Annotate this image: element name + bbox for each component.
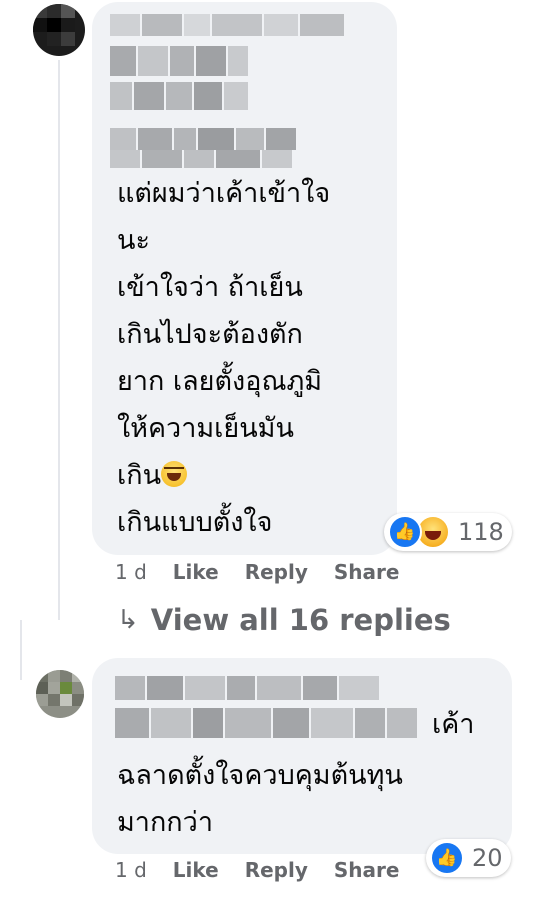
reply-button[interactable]: Reply (245, 858, 308, 882)
view-replies-label: View all 16 replies (150, 603, 451, 637)
like-button[interactable]: Like (173, 858, 219, 882)
reply-button[interactable]: Reply (245, 560, 308, 584)
timestamp[interactable]: 1 d (115, 858, 147, 882)
timestamp[interactable]: 1 d (115, 560, 147, 584)
reaction-summary[interactable]: 👍 20 (426, 839, 511, 877)
share-button[interactable]: Share (334, 858, 400, 882)
like-reaction-icon: 👍 (388, 515, 422, 549)
comment-inline-text: เค้า (432, 709, 475, 740)
comment-text: ฉลาดตั้งใจควบคุมต้นทุน มากกว่า (117, 760, 403, 838)
view-all-replies-link[interactable]: ↳ View all 16 replies (117, 603, 451, 637)
avatar[interactable] (36, 670, 84, 718)
reaction-count: 118 (458, 518, 504, 546)
reaction-count: 20 (472, 844, 503, 872)
thread-line (58, 60, 60, 620)
like-reaction-icon: 👍 (430, 841, 464, 875)
reply-arrow-icon: ↳ (117, 605, 139, 635)
comment-text: แต่ผมว่าเค้าเข้าใจ นะ เข้าใจว่า ถ้าเย็น … (117, 170, 387, 546)
thread-line (20, 620, 22, 680)
comment-actions: 1 d Like Reply Share (115, 858, 425, 882)
avatar[interactable] (33, 4, 85, 56)
comment-actions: 1 d Like Reply Share (115, 560, 425, 584)
comment-body: แต่ผมว่าเค้าเข้าใจ นะ เข้าใจว่า ถ้าเย็น … (117, 178, 331, 491)
like-button[interactable]: Like (173, 560, 219, 584)
share-button[interactable]: Share (334, 560, 400, 584)
reaction-summary[interactable]: 👍 118 (384, 513, 512, 551)
comment-body-end: เกินแบบตั้งใจ (117, 507, 273, 538)
laughing-emoji-icon (161, 461, 188, 487)
